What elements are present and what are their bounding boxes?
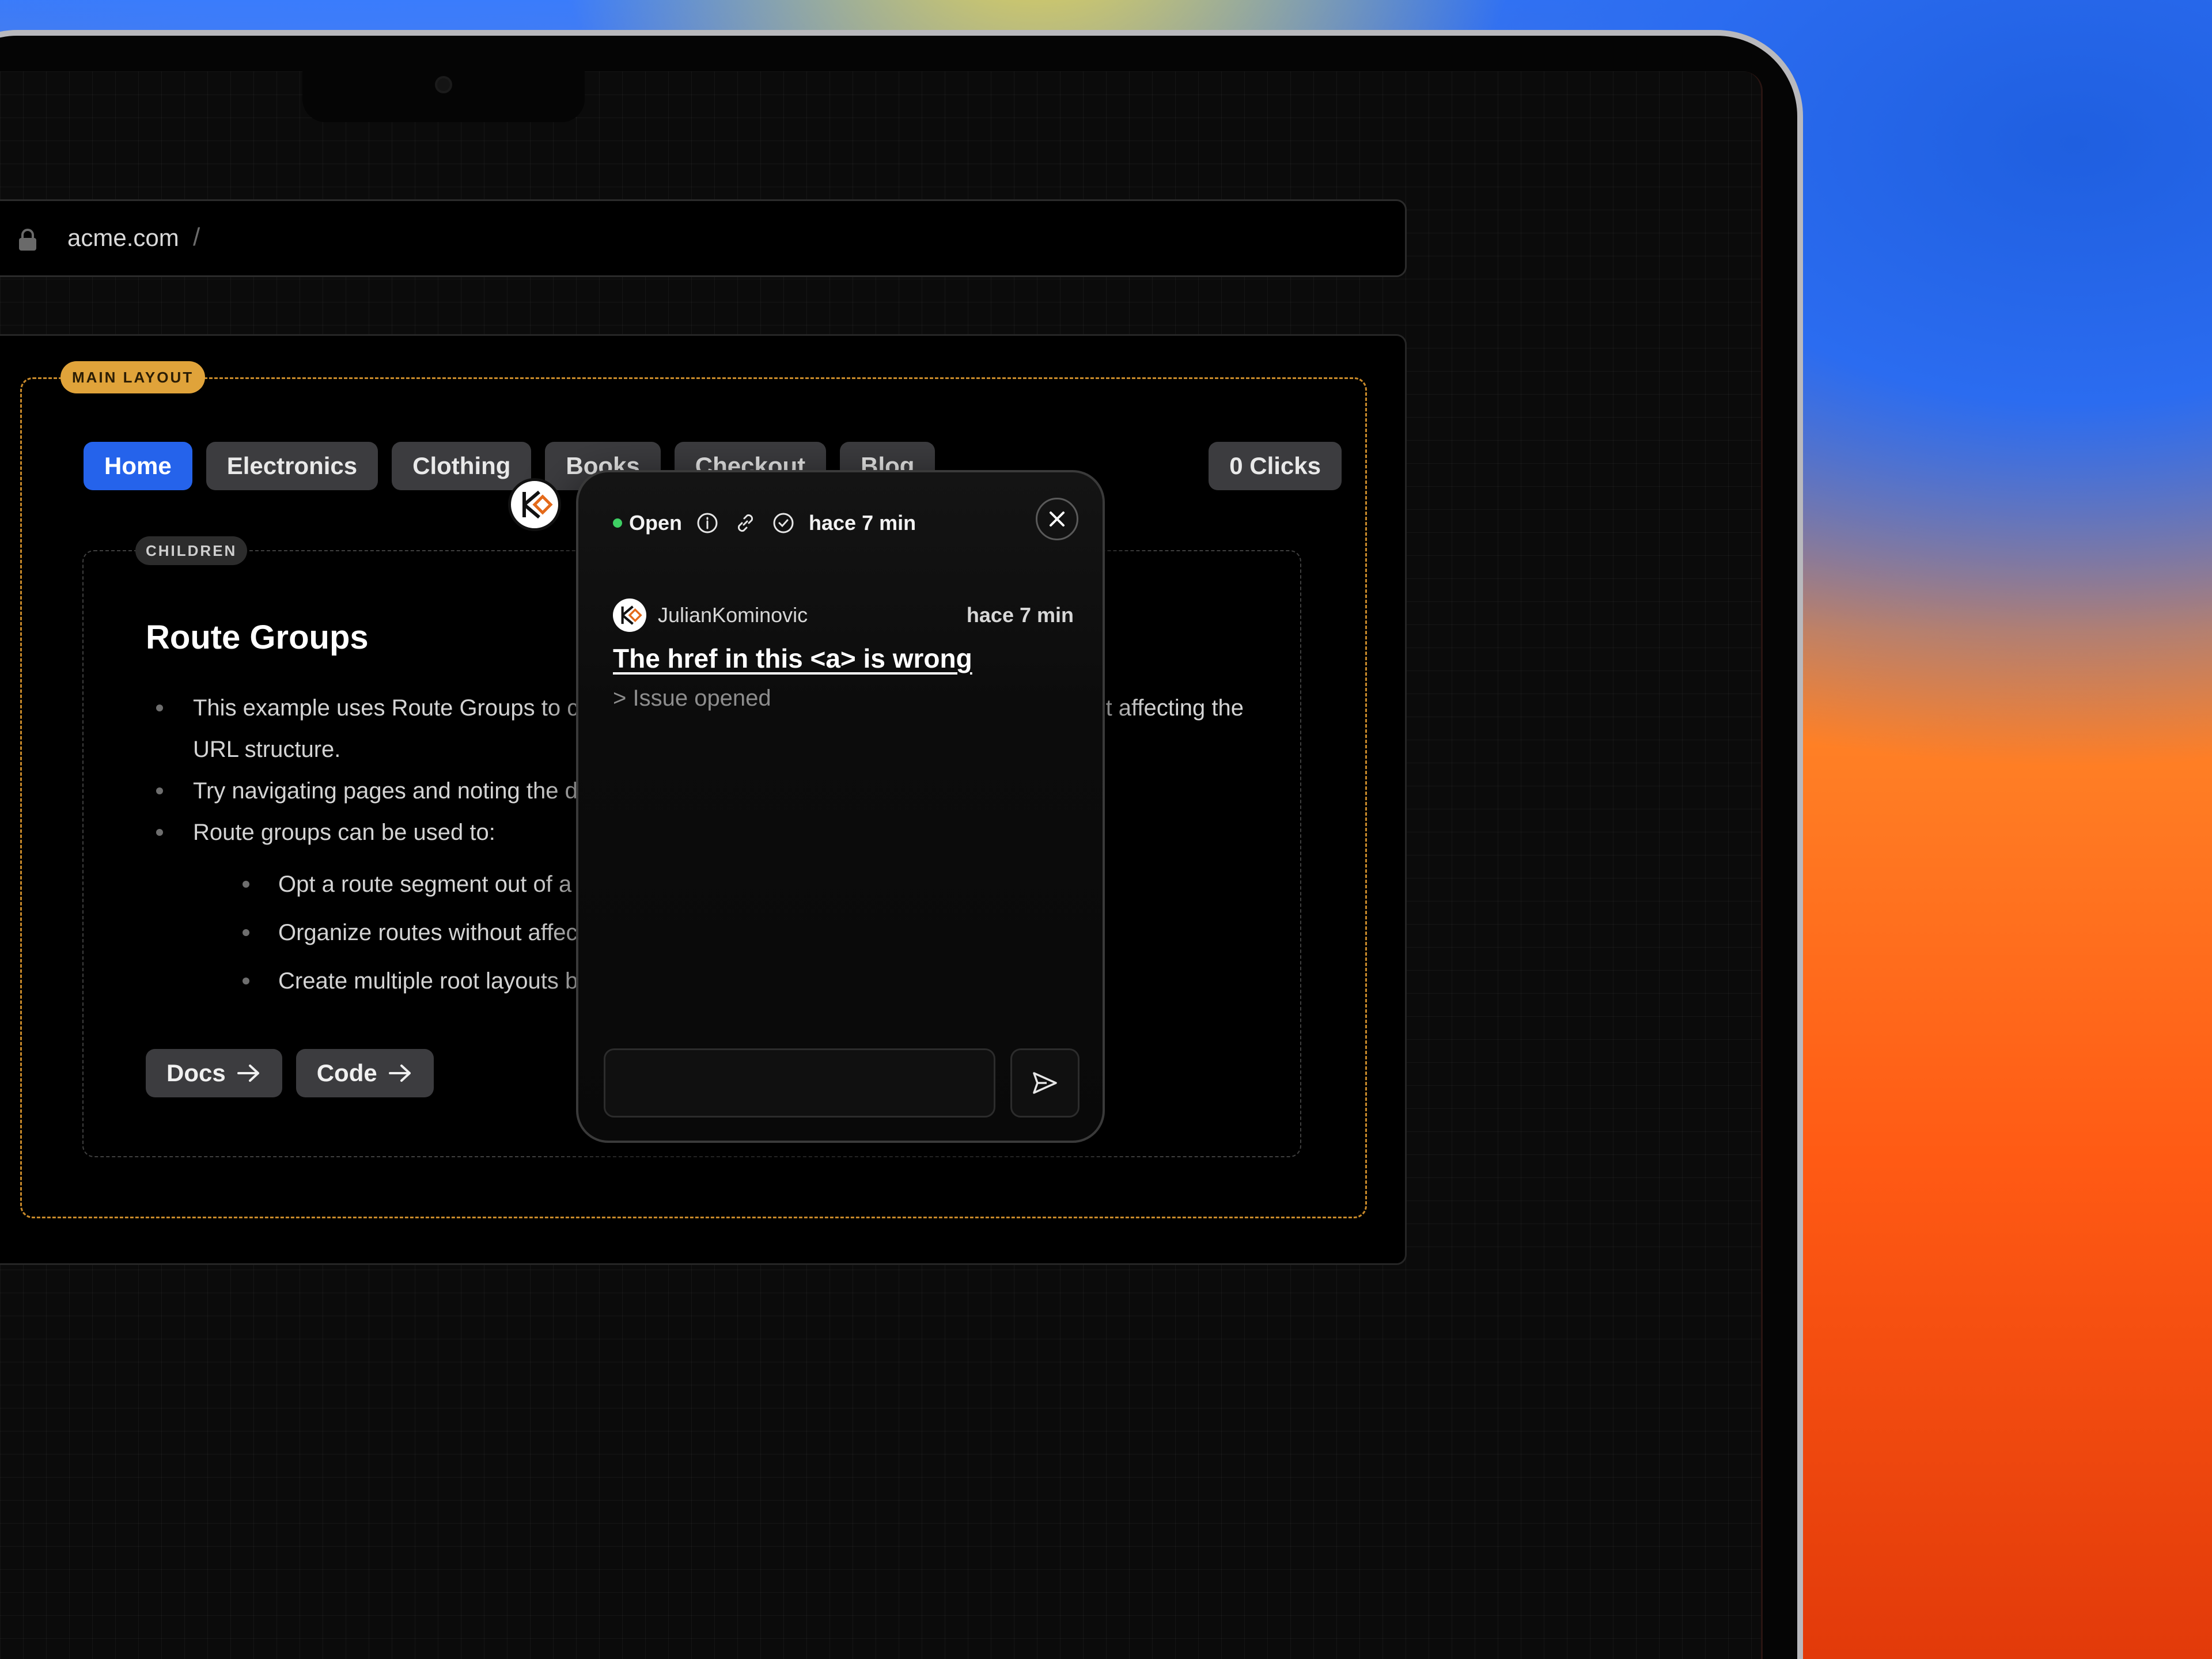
nav-electronics[interactable]: Electronics (206, 442, 378, 490)
docs-button[interactable]: Docs (146, 1049, 282, 1097)
avatar-logo-icon (621, 605, 642, 625)
clicks-counter-button[interactable]: 0 Clicks (1209, 442, 1342, 490)
arrow-right-icon (388, 1065, 411, 1082)
info-icon[interactable] (695, 510, 720, 536)
status-badge: Open (613, 511, 682, 535)
status-dot-icon (613, 518, 622, 528)
code-button[interactable]: Code (296, 1049, 434, 1097)
avatar (613, 599, 646, 632)
close-button[interactable] (1036, 498, 1078, 540)
nav-clothing[interactable]: Clothing (392, 442, 532, 490)
link-icon[interactable] (733, 510, 758, 536)
main-layout-badge: MAIN LAYOUT (60, 361, 206, 393)
send-button[interactable] (1010, 1048, 1080, 1118)
arrow-right-icon (237, 1065, 259, 1082)
reply-input[interactable] (604, 1048, 995, 1118)
page-title: Route Groups (146, 619, 369, 656)
send-icon (1033, 1072, 1057, 1094)
url-host: acme.com (67, 224, 179, 251)
comment-author-row: JulianKominovic hace 7 min (613, 598, 1074, 632)
comment-time: hace 7 min (809, 511, 916, 535)
author-timestamp: hace 7 min (966, 603, 1074, 627)
address-bar[interactable]: acme.com / (0, 199, 1407, 277)
issue-title-link[interactable]: The href in this <a> is wrong (613, 643, 972, 674)
lock-icon (19, 229, 36, 251)
browser-screen: acme.com / MAIN LAYOUT Home Electronics … (0, 71, 1763, 1659)
children-badge: CHILDREN (135, 536, 248, 565)
comment-popup: Open hace 7 min JulianKominovic hace 7 m… (576, 470, 1105, 1143)
url-separator: / (193, 223, 200, 251)
list-item-text: Route groups can be used to: (193, 820, 495, 845)
nav-home[interactable]: Home (84, 442, 192, 490)
code-label: Code (316, 1059, 377, 1086)
camera-icon (435, 76, 452, 93)
comment-pin-avatar[interactable] (508, 478, 561, 531)
close-icon (1050, 512, 1065, 527)
status-label: Open (629, 511, 683, 535)
avatar-logo-icon (522, 490, 553, 519)
resolve-check-icon[interactable] (771, 510, 796, 536)
docs-label: Docs (166, 1059, 226, 1086)
comment-header: Open hace 7 min (613, 506, 916, 540)
issue-body: > Issue opened (613, 685, 771, 711)
link-buttons: Docs Code (146, 1049, 434, 1097)
author-name: JulianKominovic (658, 603, 808, 627)
